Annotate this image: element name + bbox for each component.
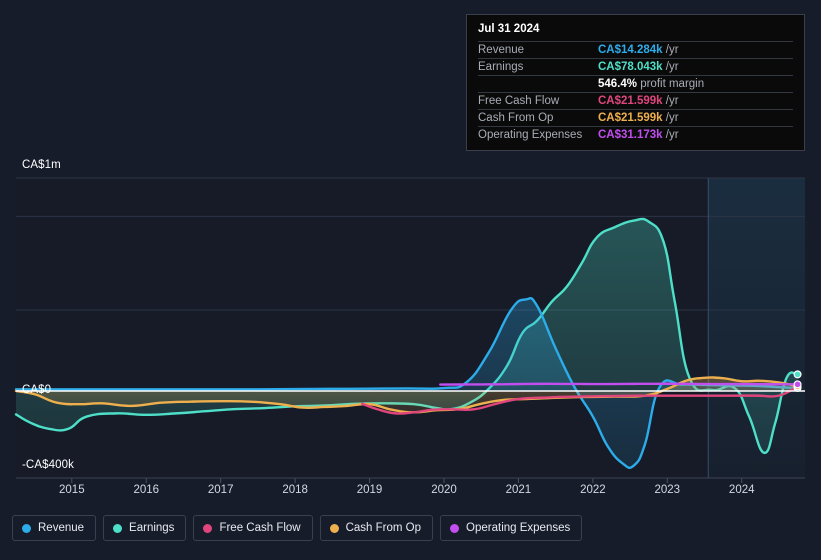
chart-tooltip: Jul 31 2024 Revenue CA$14.284k /yr Earning… (466, 14, 805, 151)
tooltip-value: CA$14.284k (598, 44, 663, 56)
tooltip-row-value: CA$21.599k /yr (598, 110, 793, 127)
x-axis-tick-2020: 2020 (431, 484, 457, 496)
tooltip-row: Operating Expenses CA$31.173k /yr (478, 126, 793, 144)
legend-item-free-cash-flow[interactable]: Free Cash Flow (193, 515, 313, 541)
legend-color-dot (329, 523, 339, 533)
tooltip-unit: /yr (662, 112, 679, 124)
chart-legend: Revenue Earnings Free Cash Flow Cash From O… (12, 515, 583, 541)
tooltip-unit: /yr (662, 44, 679, 56)
legend-color-dot (450, 523, 460, 533)
financial-chart-widget: CA$1m CA$0 -CA$400k 2015 2016 2017 2018 2019… (0, 0, 821, 560)
tooltip-unit: /yr (662, 61, 679, 73)
tooltip-value: CA$21.599k (598, 95, 663, 107)
x-axis-tick-2018: 2018 (282, 484, 308, 496)
tooltip-row-value: CA$21.599k /yr (598, 93, 793, 110)
legend-color-dot (22, 523, 31, 533)
hover-marker (793, 370, 802, 379)
tooltip-row: 546.4% profit margin (478, 75, 793, 93)
y-axis-label-top: CA$1m (22, 159, 61, 171)
legend-label: Cash From Op (345, 522, 422, 534)
tooltip-unit: profit margin (637, 78, 705, 90)
legend-label: Operating Expenses (466, 522, 571, 534)
tooltip-row-label: Operating Expenses (478, 129, 583, 141)
tooltip-rows: Revenue CA$14.284k /yr Earnings CA$78.043k … (478, 41, 793, 143)
tooltip-row-label (478, 76, 598, 93)
tooltip-row-value: CA$14.284k /yr (598, 42, 793, 59)
tooltip-date: Jul 31 2024 (478, 23, 540, 35)
tooltip-row: Revenue CA$14.284k /yr (478, 41, 793, 59)
tooltip-row-value: CA$31.173k /yr (598, 127, 793, 144)
x-axis-tick-2017: 2017 (207, 484, 234, 496)
legend-item-earnings[interactable]: Earnings (103, 515, 187, 541)
legend-label: Free Cash Flow (219, 522, 301, 534)
tooltip-row: Earnings CA$78.043k /yr (478, 58, 793, 76)
legend-item-revenue[interactable]: Revenue (12, 515, 97, 541)
x-axis-tick-2015: 2015 (59, 484, 85, 496)
plot-background (16, 178, 805, 478)
y-axis-label-zero: CA$0 (22, 384, 52, 396)
tooltip-row-value: 546.4% profit margin (598, 76, 793, 93)
x-axis-tick-2022: 2022 (580, 484, 606, 496)
x-axis-tick-2024: 2024 (728, 484, 755, 496)
legend-item-operating-expenses[interactable]: Operating Expenses (440, 515, 583, 541)
tooltip-value: CA$78.043k (598, 61, 663, 73)
tooltip-row-label: Earnings (478, 61, 524, 73)
x-axis-tick-2021: 2021 (505, 484, 532, 496)
tooltip-row: Cash From Op CA$21.599k /yr (478, 109, 793, 127)
legend-color-dot (113, 523, 123, 533)
tooltip-row: Free Cash Flow CA$21.599k /yr (478, 92, 793, 110)
x-axis-labels: 2015 2016 2017 2018 2019 2020 2021 2022 2023 2024 (0, 484, 821, 502)
series-operating-expenses (439, 382, 799, 386)
tooltip-unit: /yr (662, 95, 679, 107)
tooltip-value: CA$21.599k (598, 112, 663, 124)
tooltip-row-value: CA$78.043k /yr (598, 59, 793, 76)
tooltip-unit: /yr (662, 129, 679, 141)
series-line (439, 382, 799, 386)
legend-color-dot (203, 523, 213, 533)
legend-label: Revenue (38, 522, 85, 534)
x-axis-tick-2023: 2023 (654, 484, 681, 496)
y-axis-label-bottom: -CA$400k (22, 459, 74, 471)
x-axis-tick-2016: 2016 (133, 484, 160, 496)
legend-label: Earnings (129, 522, 175, 534)
hover-marker (793, 380, 802, 389)
tooltip-row-label: Cash From Op (478, 112, 554, 124)
tooltip-value: CA$31.173k (598, 129, 663, 141)
x-axis-tick-2019: 2019 (356, 484, 383, 496)
tooltip-row-label: Free Cash Flow (478, 95, 560, 107)
tooltip-row-label: Revenue (478, 44, 525, 56)
legend-item-cash-from-op[interactable]: Cash From Op (319, 515, 434, 541)
tooltip-value: 546.4% (598, 78, 638, 90)
